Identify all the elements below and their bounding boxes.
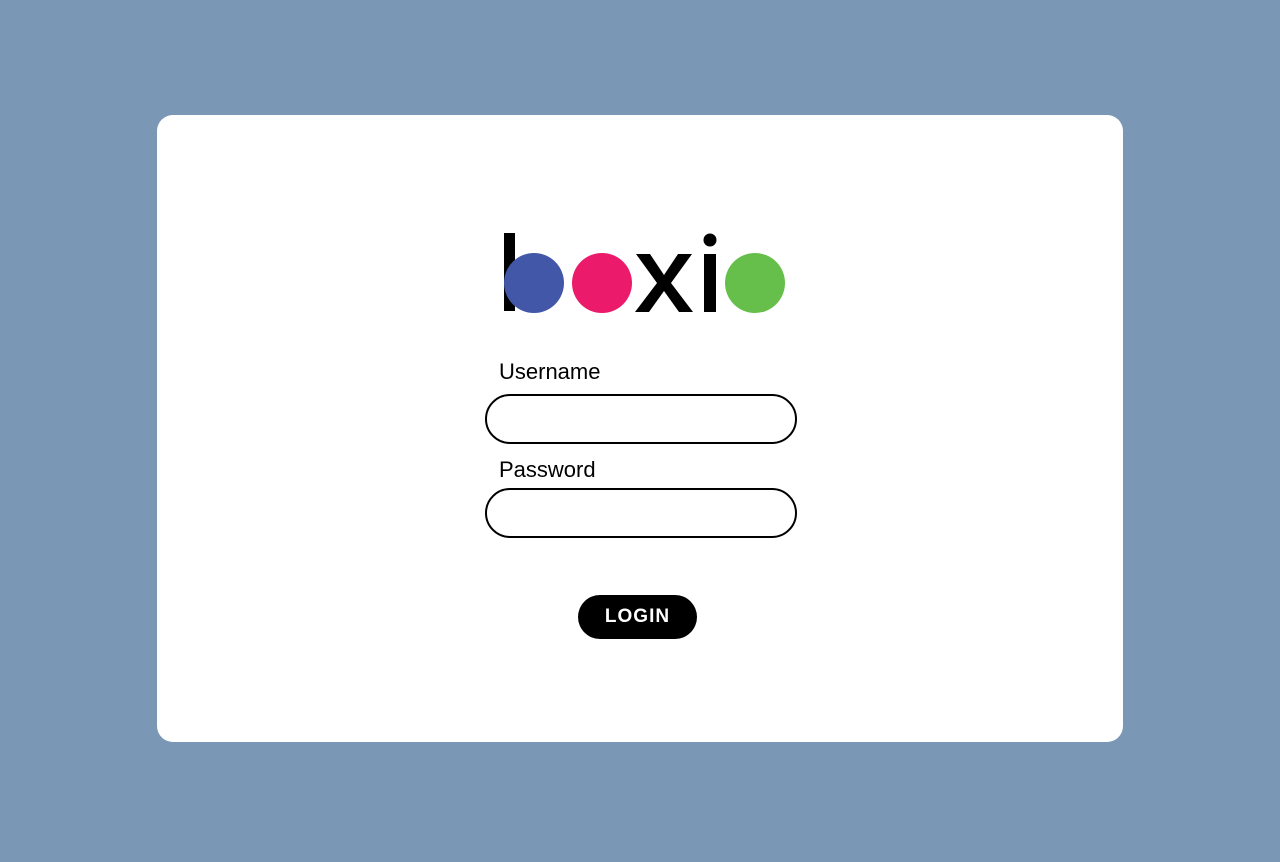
boxio-logo <box>504 233 785 313</box>
password-input[interactable] <box>485 488 797 538</box>
logo-o-green <box>725 253 785 313</box>
login-card: Username Password LOGIN <box>157 115 1123 742</box>
username-label: Username <box>499 359 601 384</box>
logo-o-pink <box>572 253 632 313</box>
logo-i-dot <box>703 233 717 247</box>
username-input[interactable] <box>485 394 797 444</box>
login-button[interactable]: LOGIN <box>578 595 697 639</box>
password-label: Password <box>499 457 596 482</box>
logo-x <box>635 254 693 312</box>
logo-b-bowl <box>504 253 564 313</box>
logo-i-stem <box>704 254 716 312</box>
